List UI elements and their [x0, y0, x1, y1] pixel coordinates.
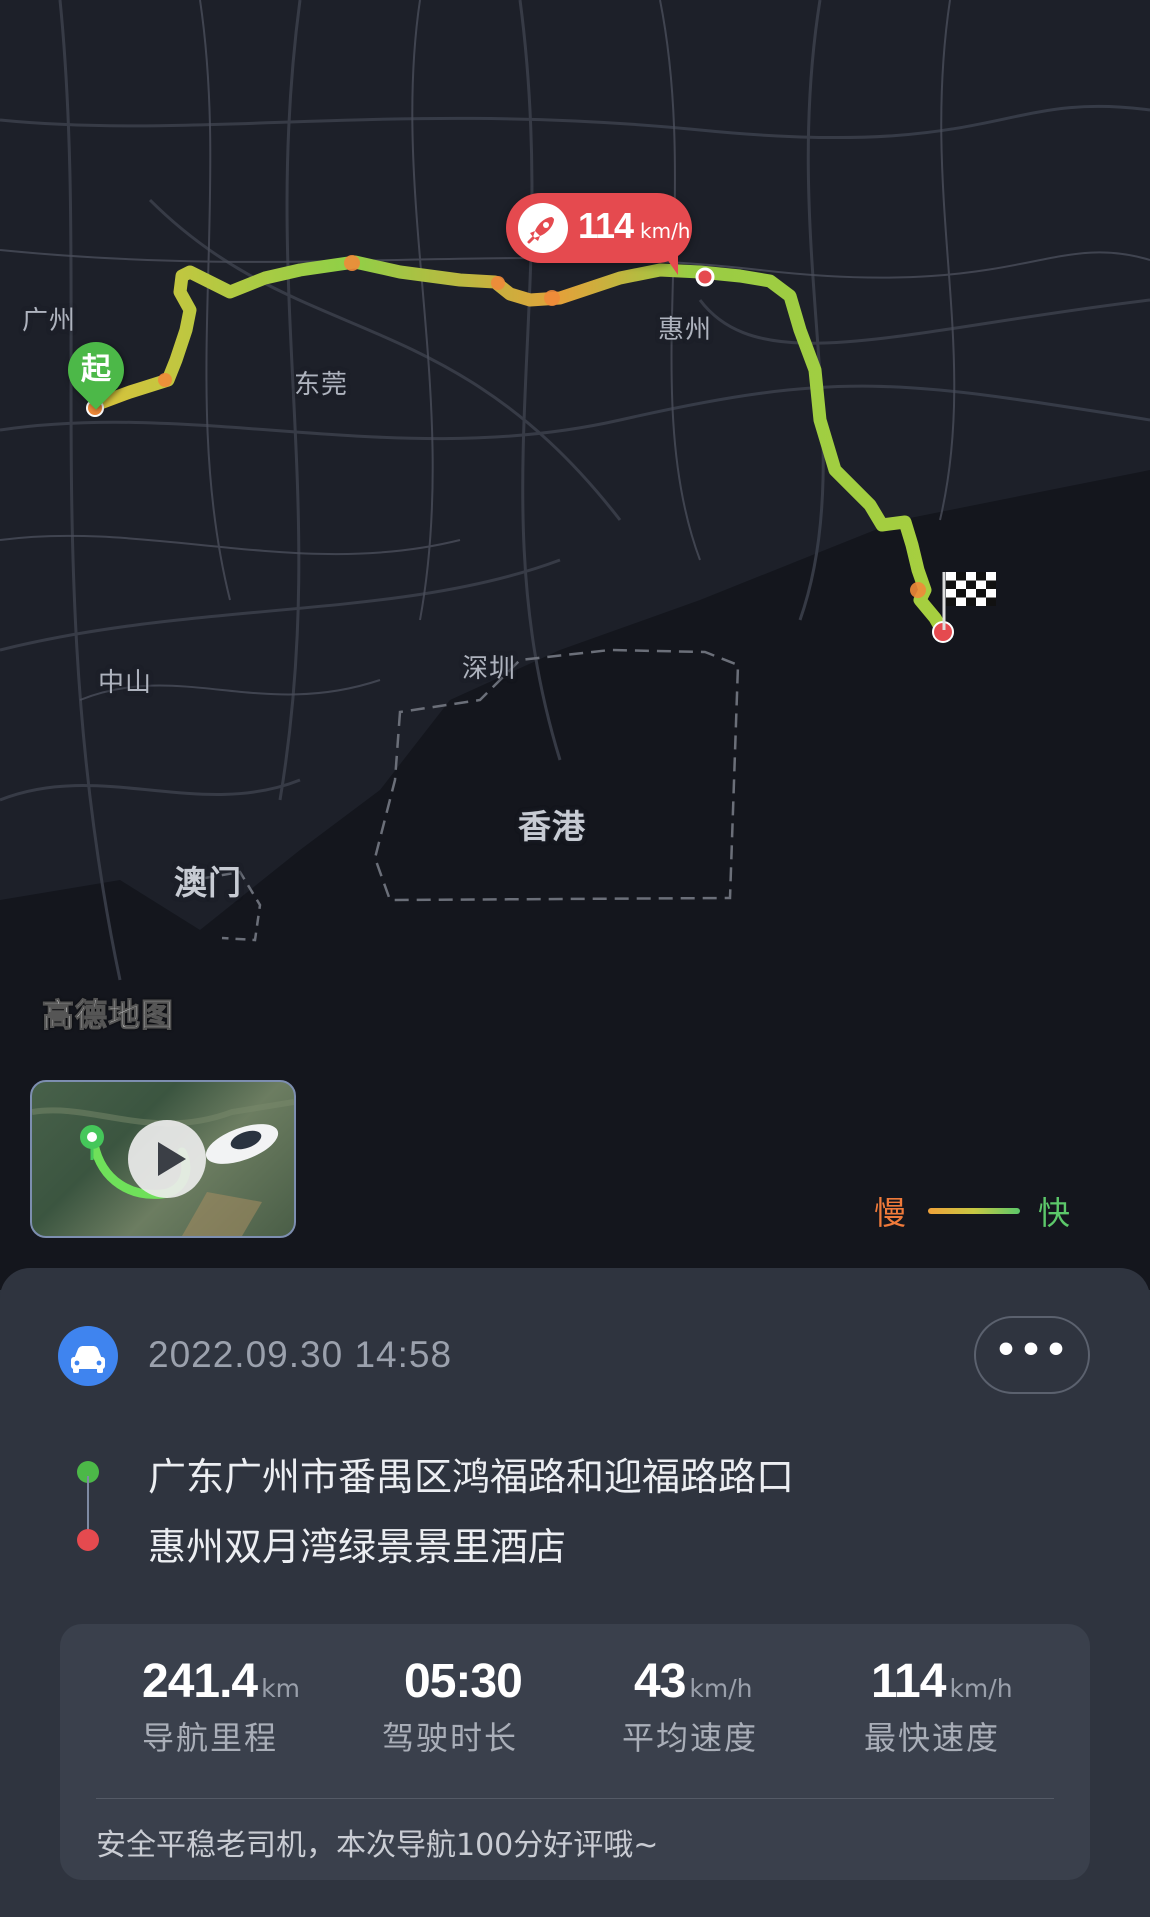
city-label-dongguan: 东莞 — [294, 370, 349, 400]
stat-label: 最快速度 — [864, 1719, 1001, 1757]
stat-value: 241.4 — [142, 1655, 258, 1708]
trip-datetime: 2022.09.30 14:58 — [148, 1334, 453, 1375]
max-speed-value: 114 — [578, 205, 634, 246]
legend-slow-label: 慢 — [874, 1194, 907, 1232]
stat-max-speed: 114 km/h 最快速度 — [864, 1654, 1104, 1759]
end-address: 惠州双月湾绿景景里酒店 — [148, 1525, 567, 1569]
city-label-zhongshan: 中山 — [98, 668, 153, 698]
legend-fast-label: 快 — [1038, 1194, 1071, 1232]
stat-unit: km — [261, 1674, 300, 1703]
stat-avg-speed: 43 km/h 平均速度 — [622, 1654, 862, 1759]
city-label-shenzhen: 深圳 — [462, 654, 517, 684]
max-speed-bubble: 114 km/h — [506, 193, 692, 275]
max-speed-point — [695, 267, 715, 287]
stats-divider — [96, 1798, 1054, 1799]
start-marker: 起 — [56, 330, 136, 410]
stat-label: 驾驶时长 — [382, 1719, 519, 1757]
stat-distance: 241.4 km 导航里程 — [142, 1654, 382, 1759]
max-speed-unit: km/h — [640, 219, 691, 243]
city-label-guangzhou: 广州 — [22, 306, 77, 336]
rocket-icon — [518, 203, 568, 253]
stat-value: 43 — [634, 1655, 686, 1708]
speed-legend-bar — [928, 1208, 1020, 1214]
car-icon — [58, 1326, 118, 1386]
provider-logo: 高德地图 — [41, 996, 175, 1035]
trip-stats-card: 241.4 km 导航里程 05:30 驾驶时长 43 km/h 平均速度 114 k… — [60, 1624, 1090, 1880]
replay-video-thumbnail[interactable] — [30, 1080, 296, 1238]
route-map[interactable]: 广州 东莞 惠州 中山 深圳 香港 澳门 高德地图 起 114 km/h 慢 快 — [0, 0, 1150, 1290]
stat-label: 导航里程 — [142, 1719, 279, 1757]
stat-unit: km/h — [949, 1674, 1013, 1703]
start-address: 广东广州市番禺区鸿福路和迎福路路口 — [148, 1455, 795, 1499]
stat-value: 05:30 — [404, 1655, 523, 1708]
stat-duration: 05:30 驾驶时长 — [382, 1654, 622, 1759]
stat-value: 114 — [871, 1655, 946, 1708]
play-icon[interactable] — [128, 1120, 206, 1198]
trip-summary-panel: 2022.09.30 14:58 ••• 广东广州市番禺区鸿福路和迎福路路口 惠… — [0, 1268, 1150, 1917]
stat-unit: km/h — [689, 1674, 753, 1703]
city-label-huizhou: 惠州 — [658, 315, 713, 345]
stat-label: 平均速度 — [622, 1719, 759, 1757]
start-marker-label: 起 — [81, 352, 111, 387]
more-options-button[interactable]: ••• — [974, 1316, 1090, 1394]
trip-comment: 安全平稳老司机，本次导航100分好评哦~ — [96, 1828, 659, 1863]
end-dot-icon — [77, 1529, 99, 1551]
city-label-hongkong: 香港 — [518, 807, 586, 846]
city-label-macau: 澳门 — [174, 863, 242, 902]
